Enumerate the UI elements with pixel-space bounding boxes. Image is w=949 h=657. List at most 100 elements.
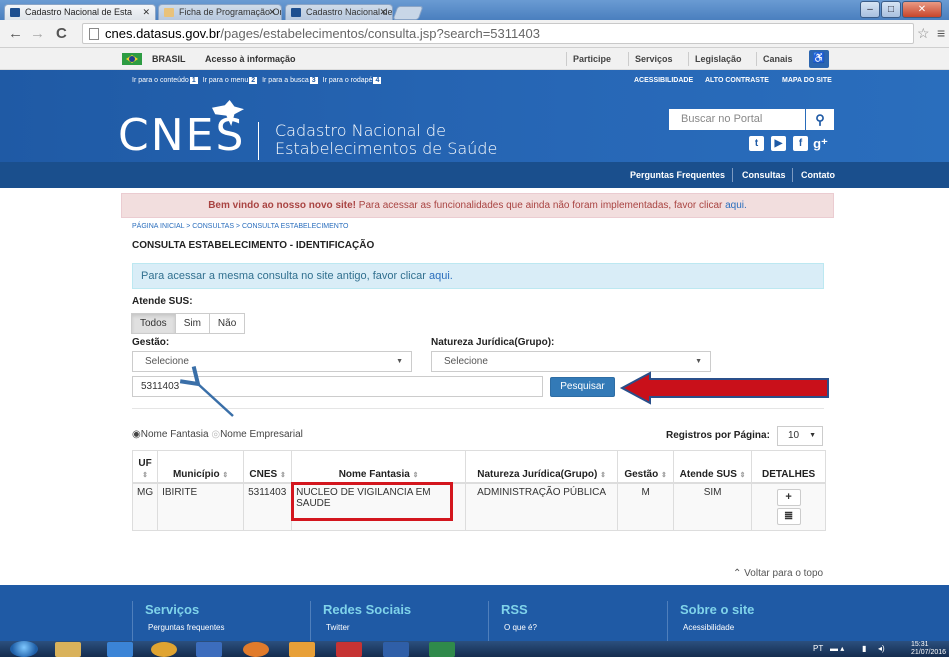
radio-nome-fantasia[interactable]: ◉ bbox=[132, 429, 141, 440]
gestao-select[interactable]: Selecione ▼ bbox=[132, 351, 412, 372]
per-page-select[interactable]: 10 ▼ bbox=[777, 426, 823, 446]
explorer-taskbar-icon[interactable] bbox=[55, 642, 81, 657]
sitemap-link[interactable]: MAPA DO SITE bbox=[782, 77, 832, 84]
tab-close-icon[interactable]: ✕ bbox=[268, 5, 276, 19]
word-taskbar-icon[interactable] bbox=[383, 642, 409, 657]
col-municipio[interactable]: Município ⇕ bbox=[157, 450, 245, 484]
language-indicator[interactable]: PT bbox=[813, 644, 823, 653]
sort-icon: ⇕ bbox=[661, 471, 667, 479]
skip-menu-link[interactable]: Ir para o menu bbox=[203, 77, 249, 84]
radio-nome-empresarial-label: Nome Empresarial bbox=[220, 429, 303, 440]
volume-icon[interactable]: ◂) bbox=[878, 644, 885, 653]
footer-rss-link[interactable]: O que é? bbox=[504, 623, 537, 632]
new-tab-button[interactable] bbox=[392, 6, 424, 20]
high-contrast-link[interactable]: ALTO CONTRASTE bbox=[705, 77, 769, 84]
col-nome-fantasia[interactable]: Nome Fantasia ⇕ bbox=[291, 450, 467, 484]
back-to-top-link[interactable]: ⌃ Voltar para o topo bbox=[733, 568, 823, 579]
footer-twitter-link[interactable]: Twitter bbox=[326, 623, 350, 632]
col-natureza[interactable]: Natureza Jurídica(Grupo) ⇕ bbox=[465, 450, 619, 484]
skip-footer-link[interactable]: Ir para o rodapé bbox=[323, 77, 373, 84]
portal-search-input[interactable]: Buscar no Portal bbox=[669, 109, 805, 130]
back-arrow-icon[interactable]: ← bbox=[8, 25, 23, 42]
browser-tab-2[interactable]: Ficha de Programação Or ✕ bbox=[158, 4, 282, 20]
govbar-participe-link[interactable]: Participe bbox=[566, 52, 617, 66]
search-icon[interactable]: ⚲ bbox=[806, 109, 834, 130]
tab-close-icon[interactable]: ✕ bbox=[142, 5, 150, 19]
minimize-button[interactable]: – bbox=[860, 1, 880, 18]
details-list-button[interactable]: ≣ bbox=[776, 507, 801, 525]
footer-redes-heading: Redes Sociais bbox=[323, 602, 412, 617]
gov-bar: BRASIL Acesso à informação Participe Ser… bbox=[0, 48, 949, 70]
maximize-button[interactable]: □ bbox=[881, 1, 901, 18]
footer-rss-heading: RSS bbox=[501, 602, 528, 617]
cell-detalhes: + ≣ bbox=[751, 482, 827, 531]
contato-link[interactable]: Contato bbox=[801, 170, 835, 180]
bookmark-star-icon[interactable]: ☆ bbox=[917, 25, 930, 42]
skip-content-link[interactable]: Ir para o conteúdo bbox=[132, 77, 189, 84]
clock-time: 15:31 bbox=[911, 641, 929, 648]
footer-faq-link[interactable]: Perguntas frequentes bbox=[148, 623, 225, 632]
clock[interactable]: 15:31 21/07/2016 bbox=[911, 641, 946, 657]
accessibility-icon[interactable]: ♿ bbox=[809, 50, 829, 68]
address-bar[interactable]: cnes.datasus.gov.br/pages/estabeleciment… bbox=[82, 23, 914, 44]
sus-nao-button[interactable]: Não bbox=[208, 313, 246, 334]
accessibility-link[interactable]: ACESSIBILIDADE bbox=[634, 77, 693, 84]
firefox-taskbar-icon[interactable] bbox=[243, 642, 269, 657]
col-cnes[interactable]: CNES ⇕ bbox=[243, 450, 293, 484]
consultas-link[interactable]: Consultas bbox=[742, 170, 786, 180]
footer-sobre-heading: Sobre o site bbox=[680, 602, 755, 617]
old-site-link[interactable]: aqui. bbox=[429, 270, 453, 282]
keyboard-icon[interactable]: ▬ ▴ bbox=[830, 644, 844, 653]
reload-icon[interactable]: C bbox=[56, 25, 67, 42]
close-window-button[interactable]: ✕ bbox=[902, 1, 942, 18]
access-info-link[interactable]: Acesso à informação bbox=[205, 54, 296, 64]
subtitle-line-1: Cadastro Nacional de bbox=[275, 121, 446, 140]
url-path: /pages/estabelecimentos/consulta.jsp?sea… bbox=[220, 26, 540, 41]
col-atende-sus[interactable]: Atende SUS ⇕ bbox=[673, 450, 753, 484]
twitter-icon[interactable]: t bbox=[749, 136, 764, 151]
footer-divider bbox=[132, 601, 133, 641]
welcome-here-link[interactable]: aqui. bbox=[725, 200, 747, 211]
chrome-taskbar-icon[interactable] bbox=[151, 642, 177, 657]
sus-todos-button[interactable]: Todos bbox=[131, 313, 176, 334]
tab-close-icon[interactable]: ✕ bbox=[379, 5, 387, 19]
page-title: CONSULTA ESTABELECIMENTO - IDENTIFICAÇÃO bbox=[132, 240, 375, 251]
expand-plus-button[interactable]: + bbox=[776, 488, 801, 506]
start-button-icon[interactable] bbox=[10, 641, 38, 657]
subnav-divider bbox=[792, 168, 793, 182]
govbar-servicos-link[interactable]: Serviços bbox=[628, 52, 679, 66]
pesquisar-button[interactable]: Pesquisar bbox=[550, 377, 615, 397]
natureza-select[interactable]: Selecione ▼ bbox=[431, 351, 711, 372]
facebook-icon[interactable]: f bbox=[793, 136, 808, 151]
ie-taskbar-icon[interactable] bbox=[107, 642, 133, 657]
chevron-up-icon: ⌃ bbox=[733, 568, 742, 579]
browser-tab-3[interactable]: Cadastro Nacional de Esta ✕ bbox=[285, 4, 393, 20]
sus-sim-button[interactable]: Sim bbox=[174, 313, 210, 334]
cell-municipio: IBIRITE bbox=[157, 482, 245, 531]
chrome-menu-icon[interactable]: ≡ bbox=[937, 25, 945, 41]
govbar-canais-link[interactable]: Canais bbox=[756, 52, 799, 66]
footer-acessibilidade-link[interactable]: Acessibilidade bbox=[683, 623, 734, 632]
breadcrumb[interactable]: PÁGINA INICIAL > CONSULTAS > CONSULTA ES… bbox=[132, 223, 348, 230]
media-taskbar-icon[interactable] bbox=[196, 642, 222, 657]
brazil-flag-icon bbox=[122, 53, 142, 65]
acrobat-taskbar-icon[interactable] bbox=[336, 642, 362, 657]
forward-arrow-icon[interactable]: → bbox=[30, 25, 45, 42]
gov-country-link[interactable]: BRASIL bbox=[152, 54, 186, 64]
col-gestao[interactable]: Gestão ⇕ bbox=[617, 450, 675, 484]
browser-tab-1[interactable]: Cadastro Nacional de Esta ✕ bbox=[4, 4, 156, 20]
col-uf[interactable]: UF ⇕ bbox=[131, 450, 159, 484]
network-icon[interactable]: ▮ bbox=[862, 644, 866, 653]
cnes-search-input[interactable]: 5311403 bbox=[132, 376, 543, 397]
faq-link[interactable]: Perguntas Frequentes bbox=[630, 170, 725, 180]
youtube-icon[interactable]: ▶ bbox=[771, 136, 786, 151]
cnes-logo[interactable]: CNES bbox=[118, 110, 245, 161]
cnes-favicon-icon bbox=[291, 8, 301, 17]
outlook-taskbar-icon[interactable] bbox=[289, 642, 315, 657]
excel-taskbar-icon[interactable] bbox=[429, 642, 455, 657]
google-plus-icon[interactable]: g⁺ bbox=[813, 136, 828, 151]
sort-icon: ⇕ bbox=[600, 471, 606, 479]
govbar-legislacao-link[interactable]: Legislação bbox=[688, 52, 748, 66]
radio-nome-empresarial[interactable]: ◎ bbox=[211, 429, 220, 440]
skip-search-link[interactable]: Ir para a busca bbox=[262, 77, 309, 84]
